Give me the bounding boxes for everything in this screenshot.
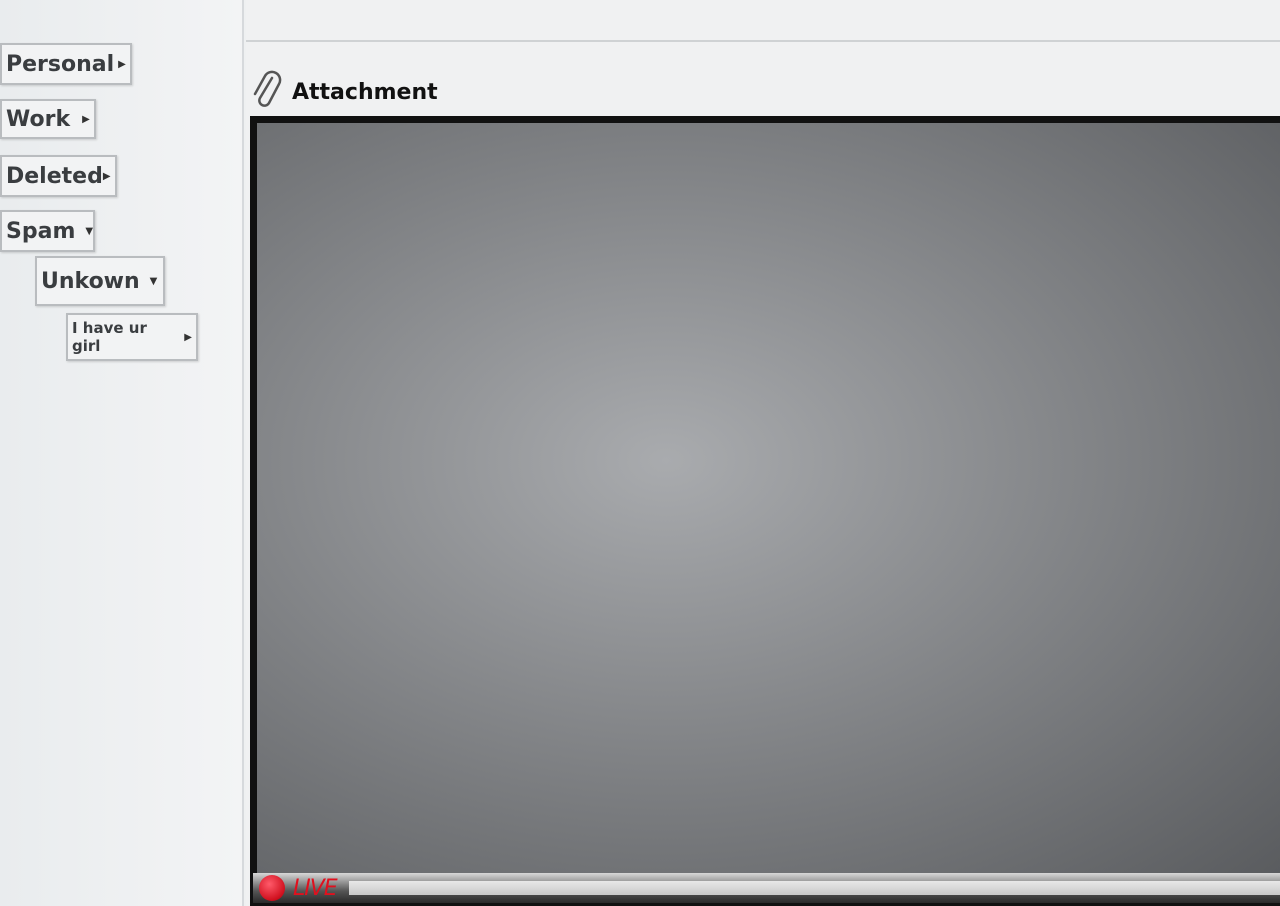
attachment-header: Attachment	[252, 70, 438, 114]
folder-deleted[interactable]: Deleted ▶	[0, 155, 117, 197]
folder-label: I have ur girl	[72, 319, 147, 355]
stream-progress-bar[interactable]	[348, 881, 1280, 895]
folder-unknown[interactable]: Unkown ▼	[35, 256, 165, 306]
folder-label: Personal	[6, 51, 115, 77]
chevron-right-icon: ▶	[102, 170, 111, 182]
folder-label: Spam	[6, 218, 76, 244]
folder-personal[interactable]: Personal ▶	[0, 43, 132, 85]
folder-label: Unkown	[41, 268, 140, 294]
chevron-right-icon: ▶	[184, 331, 192, 343]
chevron-down-icon: ▼	[149, 275, 158, 287]
chevron-right-icon: ▶	[118, 58, 126, 70]
record-icon	[259, 875, 285, 901]
attachment-viewer[interactable]: LIVE	[250, 116, 1280, 906]
chevron-down-icon: ▼	[85, 225, 94, 237]
attachment-title: Attachment	[292, 79, 438, 105]
live-bar: LIVE	[253, 873, 1280, 903]
live-label: LIVE	[293, 875, 338, 901]
folder-sidebar: Personal ▶ Work ▶ Deleted ▶ Spam ▼ Unkown ▼ I…	[0, 0, 244, 906]
folder-i-have-ur-girl[interactable]: I have ur girl ▶	[66, 313, 198, 361]
folder-work[interactable]: Work ▶	[0, 99, 96, 139]
attachment-image[interactable]	[257, 123, 1280, 873]
divider	[246, 40, 1280, 42]
folder-label: Work	[6, 106, 71, 132]
paperclip-icon	[252, 70, 282, 114]
chevron-right-icon: ▶	[82, 113, 90, 125]
message-pane: Attachment LIVE	[246, 0, 1280, 906]
folder-label: Deleted	[6, 163, 103, 189]
folder-spam[interactable]: Spam ▼	[0, 210, 95, 252]
